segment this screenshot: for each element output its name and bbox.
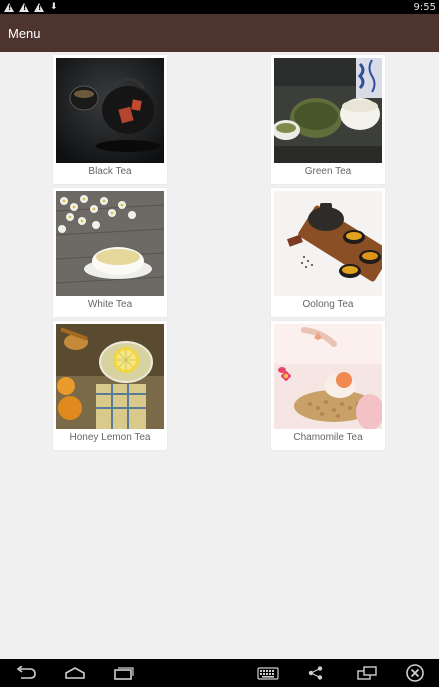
menu-item-label: Green Tea [304, 166, 352, 177]
warning-icon [34, 2, 44, 12]
warning-icon [4, 2, 14, 12]
status-bar: ⬇ 9:55 [0, 0, 439, 14]
notification-icons: ⬇ [4, 2, 58, 12]
menu-item-chamomile-tea[interactable]: Chamomile Tea [271, 321, 385, 450]
black-tea-image [56, 58, 164, 163]
menu-item-label: Chamomile Tea [293, 432, 363, 443]
menu-item-black-tea[interactable]: Black Tea [53, 55, 167, 184]
recents-icon[interactable] [113, 663, 135, 683]
close-icon[interactable] [404, 663, 426, 683]
menu-item-green-tea[interactable]: Green Tea [271, 55, 385, 184]
oolong-tea-image [274, 191, 382, 296]
page-title: Menu [8, 25, 41, 41]
warning-icon [19, 2, 29, 12]
menu-item-label: White Tea [87, 299, 133, 310]
menu-item-label: Honey Lemon Tea [69, 432, 151, 443]
menu-item-white-tea[interactable]: White Tea [53, 188, 167, 317]
chamomile-tea-image [274, 324, 382, 429]
menu-item-oolong-tea[interactable]: Oolong Tea [271, 188, 385, 317]
screen-rotate-icon[interactable] [356, 663, 378, 683]
green-tea-image [274, 58, 382, 163]
menu-item-honey-lemon-tea[interactable]: Honey Lemon Tea [53, 321, 167, 450]
clock: 9:55 [413, 1, 436, 13]
menu-item-label: Black Tea [88, 166, 132, 177]
app-bar: Menu [0, 14, 439, 52]
white-tea-image [56, 191, 164, 296]
share-icon[interactable] [305, 663, 327, 683]
menu-item-label: Oolong Tea [302, 299, 354, 310]
home-icon[interactable] [64, 663, 86, 683]
download-icon: ⬇ [50, 2, 58, 12]
keyboard-icon[interactable] [257, 663, 279, 683]
system-nav-bar [0, 659, 439, 687]
back-icon[interactable] [15, 663, 37, 683]
honey-lemon-tea-image [56, 324, 164, 429]
